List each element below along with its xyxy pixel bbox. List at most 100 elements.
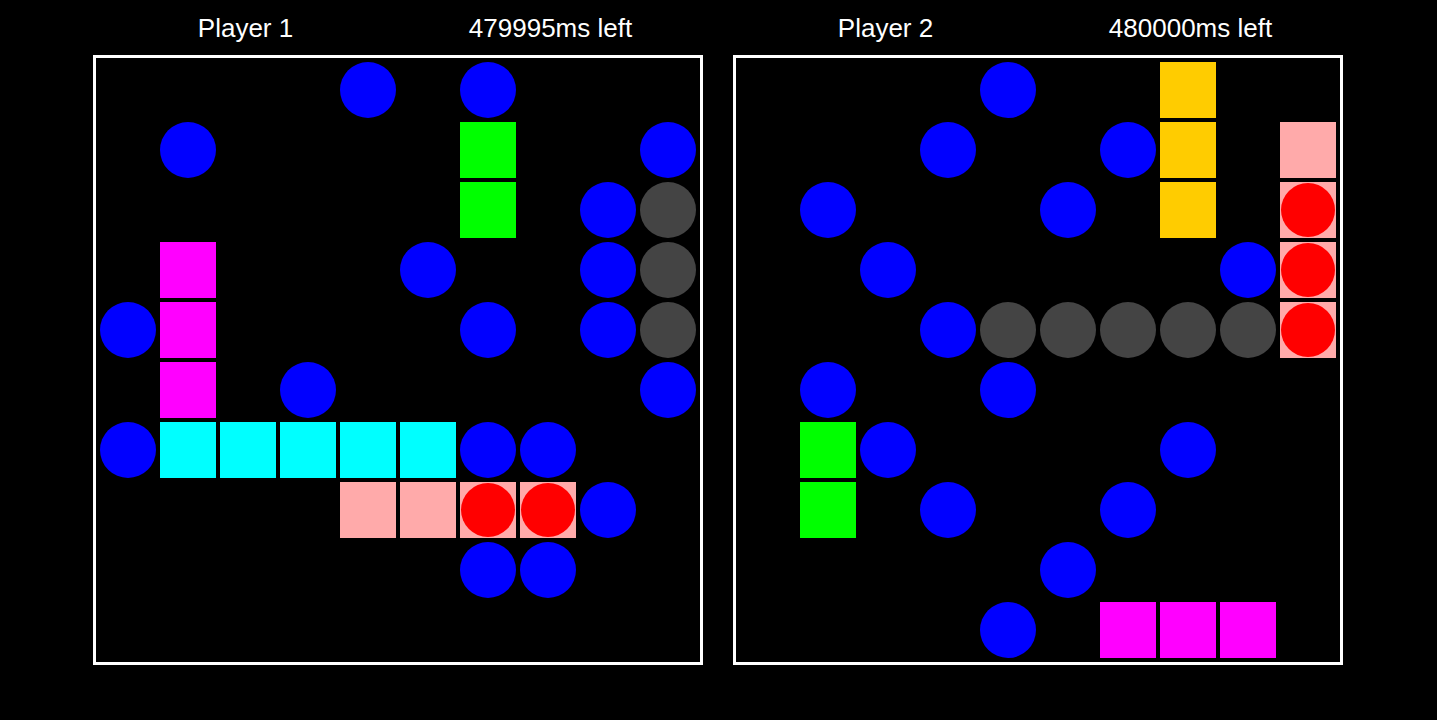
board-cell[interactable] <box>798 240 858 300</box>
board-cell[interactable] <box>398 60 458 120</box>
board-cell[interactable] <box>98 60 158 120</box>
board-cell[interactable] <box>398 120 458 180</box>
board-cell[interactable] <box>638 600 698 660</box>
board-cell[interactable] <box>218 600 278 660</box>
board-cell[interactable] <box>858 180 918 240</box>
board-cell[interactable] <box>858 360 918 420</box>
board-cell[interactable] <box>578 420 638 480</box>
board-cell[interactable] <box>338 240 398 300</box>
board-cell[interactable] <box>1158 540 1218 600</box>
board-cell[interactable] <box>918 180 978 240</box>
board-cell[interactable] <box>858 120 918 180</box>
board-cell[interactable] <box>518 120 578 180</box>
board-cell[interactable] <box>1098 600 1158 660</box>
board-cell[interactable] <box>458 360 518 420</box>
board-cell[interactable] <box>158 420 218 480</box>
board-cell[interactable] <box>638 120 698 180</box>
board-cell[interactable] <box>638 360 698 420</box>
board-cell[interactable] <box>398 300 458 360</box>
board-cell[interactable] <box>578 540 638 600</box>
board-cell[interactable] <box>858 300 918 360</box>
board-cell[interactable] <box>918 240 978 300</box>
board-cell[interactable] <box>458 240 518 300</box>
board-cell[interactable] <box>738 420 798 480</box>
board-cell[interactable] <box>578 240 638 300</box>
board-cell[interactable] <box>578 480 638 540</box>
board-cell[interactable] <box>458 540 518 600</box>
board-cell[interactable] <box>1218 600 1278 660</box>
board-cell[interactable] <box>1158 240 1218 300</box>
board-cell[interactable] <box>918 120 978 180</box>
board-cell[interactable] <box>1278 600 1338 660</box>
board-cell[interactable] <box>1038 60 1098 120</box>
board-cell[interactable] <box>798 360 858 420</box>
board-cell[interactable] <box>98 600 158 660</box>
board-cell[interactable] <box>518 60 578 120</box>
board-cell[interactable] <box>798 60 858 120</box>
board-cell[interactable] <box>798 180 858 240</box>
board-cell[interactable] <box>218 180 278 240</box>
board-cell[interactable] <box>1278 480 1338 540</box>
board-cell[interactable] <box>98 480 158 540</box>
board-cell[interactable] <box>98 240 158 300</box>
board-cell[interactable] <box>638 300 698 360</box>
board-cell[interactable] <box>1218 360 1278 420</box>
board-cell[interactable] <box>1038 180 1098 240</box>
board-cell[interactable] <box>278 240 338 300</box>
board-cell[interactable] <box>1098 180 1158 240</box>
board-cell[interactable] <box>978 180 1038 240</box>
board-cell[interactable] <box>738 120 798 180</box>
board-cell[interactable] <box>738 180 798 240</box>
board-cell[interactable] <box>398 480 458 540</box>
board-cell[interactable] <box>798 120 858 180</box>
board-cell[interactable] <box>1038 240 1098 300</box>
board-cell[interactable] <box>918 480 978 540</box>
board-cell[interactable] <box>578 360 638 420</box>
board-cell[interactable] <box>918 300 978 360</box>
board-cell[interactable] <box>1098 480 1158 540</box>
board-cell[interactable] <box>338 120 398 180</box>
board-cell[interactable] <box>1218 300 1278 360</box>
board-cell[interactable] <box>158 360 218 420</box>
board-cell[interactable] <box>1278 300 1338 360</box>
board-cell[interactable] <box>798 300 858 360</box>
board-cell[interactable] <box>158 300 218 360</box>
board-cell[interactable] <box>338 480 398 540</box>
board-cell[interactable] <box>398 540 458 600</box>
board-cell[interactable] <box>278 600 338 660</box>
board-cell[interactable] <box>1098 360 1158 420</box>
board-cell[interactable] <box>158 180 218 240</box>
board-cell[interactable] <box>278 540 338 600</box>
board-cell[interactable] <box>1098 420 1158 480</box>
board-cell[interactable] <box>278 420 338 480</box>
board-cell[interactable] <box>858 60 918 120</box>
board-cell[interactable] <box>1158 120 1218 180</box>
board-cell[interactable] <box>158 60 218 120</box>
board-cell[interactable] <box>1038 300 1098 360</box>
board-cell[interactable] <box>1218 420 1278 480</box>
board-cell[interactable] <box>458 60 518 120</box>
board-cell[interactable] <box>518 300 578 360</box>
board-cell[interactable] <box>978 300 1038 360</box>
board-cell[interactable] <box>1038 600 1098 660</box>
board-cell[interactable] <box>978 540 1038 600</box>
board-cell[interactable] <box>398 240 458 300</box>
board-cell[interactable] <box>1218 120 1278 180</box>
board-cell[interactable] <box>338 180 398 240</box>
board-cell[interactable] <box>578 120 638 180</box>
board-cell[interactable] <box>1038 540 1098 600</box>
board-cell[interactable] <box>1158 300 1218 360</box>
board-cell[interactable] <box>918 420 978 480</box>
board-cell[interactable] <box>1098 300 1158 360</box>
board-cell[interactable] <box>638 60 698 120</box>
board-cell[interactable] <box>738 60 798 120</box>
board-cell[interactable] <box>858 480 918 540</box>
board-cell[interactable] <box>638 540 698 600</box>
board-cell[interactable] <box>278 480 338 540</box>
board-cell[interactable] <box>1158 420 1218 480</box>
board-cell[interactable] <box>1098 60 1158 120</box>
board-cell[interactable] <box>638 240 698 300</box>
board-cell[interactable] <box>278 360 338 420</box>
board-cell[interactable] <box>338 600 398 660</box>
board-cell[interactable] <box>278 120 338 180</box>
